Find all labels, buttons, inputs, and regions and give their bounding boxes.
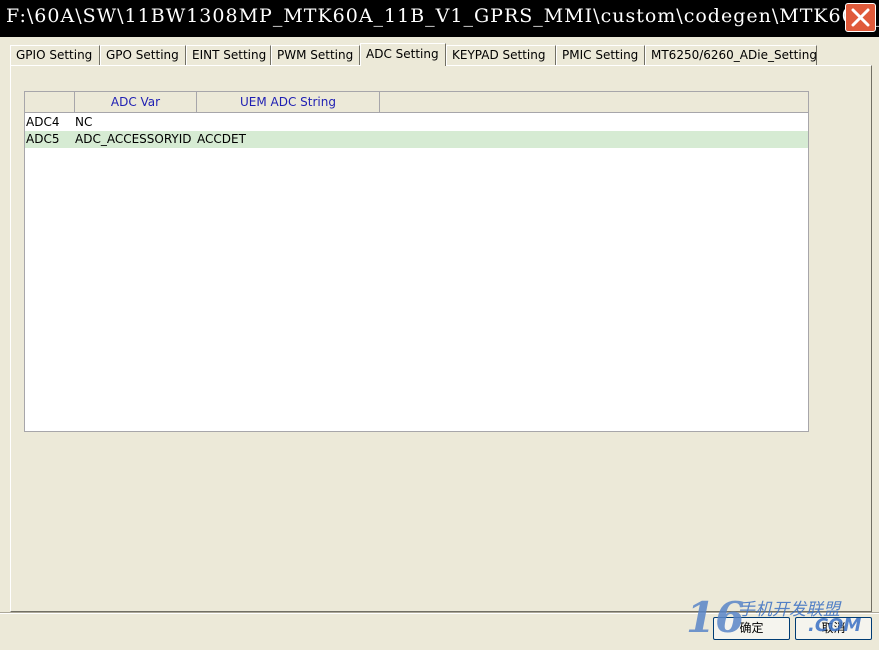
site-watermark: 16 手机开发联盟 .COM — [686, 593, 876, 645]
tab-eint-setting[interactable]: EINT Setting — [186, 45, 271, 65]
column-header-uem-adc-string[interactable]: UEM ADC String — [197, 92, 380, 112]
list-row[interactable]: ADC4 NC — [25, 114, 808, 131]
tab-gpio-setting[interactable]: GPIO Setting — [10, 45, 100, 65]
close-button[interactable] — [845, 3, 876, 32]
close-icon — [851, 8, 870, 27]
watermark-domain: .COM — [808, 615, 862, 636]
list-row-selected[interactable]: ADC5 ADC_ACCESSORYID ACCDET — [25, 131, 808, 148]
column-header-id[interactable] — [25, 92, 75, 112]
row-adc-var: ADC_ACCESSORYID — [75, 132, 192, 146]
tab-adc-setting[interactable]: ADC Setting — [360, 43, 446, 66]
tab-gpo-setting[interactable]: GPO Setting — [100, 45, 186, 65]
window-title: F:\60A\SW\11BW1308MP_MTK60A_11B_V1_GPRS_… — [6, 5, 879, 27]
watermark-number: 16 — [686, 593, 745, 642]
column-header-adc-var[interactable]: ADC Var — [75, 92, 197, 112]
tab-keypad-setting[interactable]: KEYPAD Setting — [446, 45, 556, 65]
list-header: ADC Var UEM ADC String — [25, 92, 808, 113]
title-bar[interactable]: F:\60A\SW\11BW1308MP_MTK60A_11B_V1_GPRS_… — [0, 0, 879, 37]
row-uem-string: ACCDET — [197, 132, 246, 146]
tab-pwm-setting[interactable]: PWM Setting — [271, 45, 360, 65]
adc-list-view[interactable]: ADC Var UEM ADC String ADC4 NC ADC5 ADC_… — [24, 91, 809, 432]
row-adc-var: NC — [75, 115, 93, 129]
row-id: ADC5 — [26, 132, 60, 146]
tab-pmic-setting[interactable]: PMIC Setting — [556, 45, 645, 65]
row-id: ADC4 — [26, 115, 60, 129]
tab-mt6250-6260-adie-setting[interactable]: MT6250/6260_ADie_Setting — [645, 45, 817, 65]
